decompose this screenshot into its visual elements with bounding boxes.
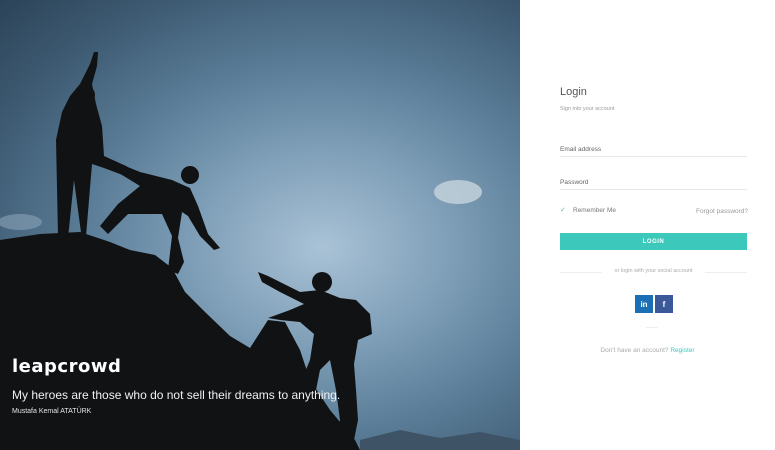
separator-line <box>646 327 658 328</box>
climbers-silhouette-image <box>0 52 520 450</box>
login-panel: Login Sign into your account ✓ Remember … <box>520 0 775 450</box>
quote-author: Mustafa Kemal ATATÜRK <box>12 408 92 415</box>
linkedin-icon: in <box>640 299 648 309</box>
divider-line-right <box>705 272 747 273</box>
social-divider-text: or login with your social account <box>614 268 693 274</box>
login-button[interactable]: LOGIN <box>560 233 747 250</box>
linkedin-login-button[interactable]: in <box>635 295 653 313</box>
checkmark-icon: ✓ <box>560 207 566 214</box>
facebook-login-button[interactable]: f <box>655 295 673 313</box>
password-field[interactable] <box>560 175 747 190</box>
register-link[interactable]: Register <box>670 347 694 354</box>
register-prompt-row: Don't have an account? Register <box>520 347 775 354</box>
hero-quote: My heroes are those who do not sell thei… <box>12 388 341 402</box>
register-prompt: Don't have an account? <box>600 347 669 354</box>
facebook-icon: f <box>662 299 666 309</box>
forgot-password-link[interactable]: Forgot password? <box>696 208 748 215</box>
social-divider: or login with your social account <box>560 268 747 274</box>
email-field[interactable] <box>560 142 747 157</box>
remember-me-label: Remember Me <box>573 207 616 214</box>
remember-me-checkbox[interactable]: ✓ Remember Me <box>560 207 616 214</box>
login-subtitle: Sign into your account <box>560 106 615 112</box>
hero-panel: leapcrowd My heroes are those who do not… <box>0 0 520 450</box>
brand-logo: leapcrowd <box>12 356 122 377</box>
login-title: Login <box>560 86 587 98</box>
